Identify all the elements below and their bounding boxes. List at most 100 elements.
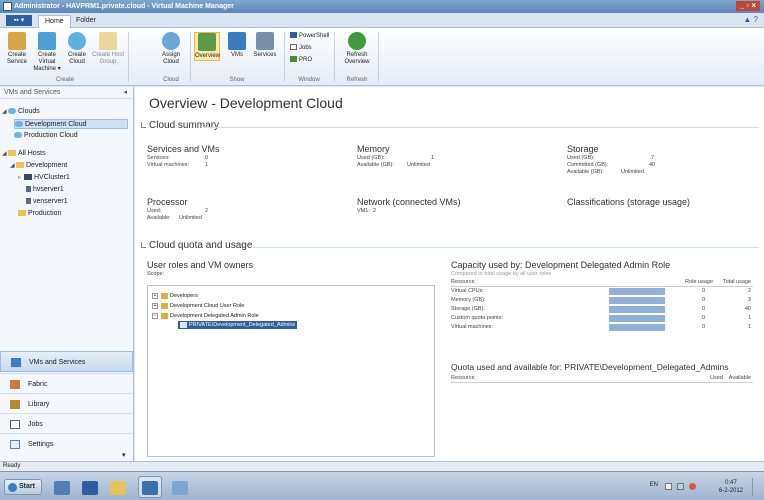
taskbar: Start EN 0:47 6-2-2012 xyxy=(0,471,764,500)
usage-bar xyxy=(609,297,665,304)
language-indicator[interactable]: EN xyxy=(650,482,658,488)
workspace-fabric[interactable]: Fabric xyxy=(0,373,133,394)
group-label-show: Show xyxy=(229,77,245,83)
pro-button[interactable]: PRO xyxy=(290,56,312,65)
usage-bar xyxy=(609,315,665,322)
group-label-window: Window xyxy=(298,77,320,83)
file-menu-button[interactable]: ▪▪ ▾ xyxy=(6,15,32,26)
vmm-app-icon xyxy=(3,2,12,11)
start-button[interactable]: Start xyxy=(4,479,42,495)
tab-home[interactable]: Home xyxy=(38,15,71,28)
navigation-pane: VMs and Services ◂ ◢ Clouds Development C… xyxy=(0,87,134,461)
user-roles-title: User roles and VM owners Scope: xyxy=(147,260,254,277)
usage-bar xyxy=(609,306,665,313)
volume-icon[interactable] xyxy=(689,483,696,490)
collapse-arrow-icon[interactable]: ◢ xyxy=(2,107,8,117)
tree-node-hvserver1[interactable]: hvserver1 xyxy=(26,185,64,195)
workspace-library[interactable]: Library xyxy=(0,393,133,414)
workspace-settings[interactable]: Settings xyxy=(0,433,133,454)
storage-summary: Storage Used (GB): 7 Committed (GB): 40 Av… xyxy=(567,144,656,175)
window-title: Administrator - HAVPRM1.private.cloud - … xyxy=(14,3,234,10)
settings-icon xyxy=(10,440,20,449)
collapse-icon[interactable]: − xyxy=(152,312,158,319)
system-tray: EN 0:47 6-2-2012 xyxy=(630,478,760,496)
folder-icon xyxy=(18,210,26,217)
section-marker-icon xyxy=(141,122,146,129)
create-service-button[interactable]: Create Service xyxy=(4,32,30,66)
section-marker-icon xyxy=(141,242,146,249)
capacity-row: Memory (GB): 0 3 xyxy=(451,297,751,304)
role-node-dev-cloud-user-role[interactable]: + Development Cloud User Role xyxy=(152,302,244,310)
capacity-row: Storage (GB): 0 40 xyxy=(451,306,751,313)
taskbar-powershell[interactable] xyxy=(78,476,102,498)
nav-overflow-button[interactable]: ▾ xyxy=(122,451,126,461)
group-label-refresh: Refresh xyxy=(346,77,368,83)
help-icon[interactable]: ▲ ? xyxy=(743,15,758,24)
services-icon xyxy=(256,32,274,50)
powershell-button[interactable]: PowerShell xyxy=(290,32,329,41)
role-node-developers[interactable]: + Developers xyxy=(152,292,198,300)
overview-button[interactable]: Overview xyxy=(194,32,220,61)
expand-icon[interactable]: + xyxy=(152,292,158,299)
create-host-group-button[interactable]: Create Host Group xyxy=(92,32,124,66)
overview-icon xyxy=(198,33,216,51)
create-cloud-button[interactable]: Create Cloud xyxy=(64,32,90,66)
workspace-jobs[interactable]: Jobs xyxy=(0,413,133,434)
quota-table-header: Resource Used Available xyxy=(451,375,753,383)
vms-button[interactable]: VMs xyxy=(224,32,250,59)
assign-cloud-icon xyxy=(162,32,180,50)
tree-node-clouds[interactable]: ◢ Clouds xyxy=(2,107,40,117)
usage-bar xyxy=(609,288,665,295)
tree-node-hvcluster1[interactable]: ▹ HVCluster1 xyxy=(18,173,70,183)
window-controls[interactable]: _ ▫ × xyxy=(735,1,760,11)
powershell-icon xyxy=(290,32,297,39)
expand-icon[interactable]: + xyxy=(152,302,158,309)
tree-node-development-cloud[interactable]: Development Cloud xyxy=(14,119,128,129)
taskbar-hyperv-manager[interactable] xyxy=(168,476,192,498)
classifications-summary: Classifications (storage usage) xyxy=(567,197,691,207)
vms-icon xyxy=(228,32,246,50)
user-roles-tree[interactable]: + Developers + Development Cloud User Role… xyxy=(147,285,435,457)
capacity-row: Virtual machines: 0 1 xyxy=(451,324,751,331)
capacity-table: Resource Role usage Total usage Virtual … xyxy=(451,279,753,332)
collapse-pane-icon[interactable]: ◂ xyxy=(123,87,127,99)
cloud-quota-heading: Cloud quota and usage xyxy=(141,240,252,251)
show-desktop-button[interactable] xyxy=(752,478,760,496)
taskbar-vmm-console[interactable] xyxy=(138,476,162,498)
assign-cloud-button[interactable]: Assign Cloud xyxy=(158,32,184,66)
cloud-summary-heading: Cloud summary xyxy=(141,120,219,131)
user-role-icon xyxy=(161,302,168,309)
create-vm-button[interactable]: Create Virtual Machine ▾ xyxy=(32,32,62,73)
create-vm-icon xyxy=(38,32,56,50)
tree-node-venserver1[interactable]: venserver1 xyxy=(26,197,68,207)
services-button[interactable]: Services xyxy=(252,32,278,59)
clock[interactable]: 0:47 6-2-2012 xyxy=(716,479,746,495)
role-node-dev-delegated-admin-role[interactable]: − Development Delegated Admin Role xyxy=(152,312,259,320)
tree-node-all-hosts[interactable]: ◢ All Hosts xyxy=(2,149,46,159)
workspace-vms-and-services[interactable]: VMs and Services xyxy=(0,351,133,372)
processor-summary: Processor Used: 2 Available: Unlimited xyxy=(147,197,209,221)
flag-icon[interactable] xyxy=(665,483,672,490)
jobs-button[interactable]: Jobs xyxy=(290,44,312,53)
cluster-icon xyxy=(24,174,32,181)
tree-node-development[interactable]: ◢ Development xyxy=(10,161,67,171)
nav-pane-header: VMs and Services ◂ xyxy=(0,87,133,99)
capacity-row: Virtual CPUs: 0 2 xyxy=(451,288,751,295)
refresh-overview-button[interactable]: Refresh Overview xyxy=(340,32,374,66)
role-member-private-dev-admins[interactable]: PRIVATE\Development_Delegated_Admins xyxy=(178,321,298,329)
server-icon xyxy=(26,186,31,193)
services-vms-summary: Services and VMs Services: 0 Virtual mach… xyxy=(147,144,220,168)
taskbar-server-manager[interactable] xyxy=(50,476,74,498)
folder-icon xyxy=(8,150,16,157)
user-role-icon xyxy=(161,312,168,319)
network-icon[interactable] xyxy=(677,483,684,490)
section-divider xyxy=(203,127,759,128)
capacity-table-header: Resource Role usage Total usage xyxy=(451,279,753,287)
status-bar: Ready xyxy=(0,461,764,471)
tree-node-production[interactable]: Production xyxy=(18,209,61,219)
create-service-icon xyxy=(8,32,26,50)
taskbar-explorer[interactable] xyxy=(106,476,130,498)
tree-node-production-cloud[interactable]: Production Cloud xyxy=(14,131,78,141)
server-manager-icon xyxy=(54,481,70,495)
tab-folder[interactable]: Folder xyxy=(70,15,102,28)
